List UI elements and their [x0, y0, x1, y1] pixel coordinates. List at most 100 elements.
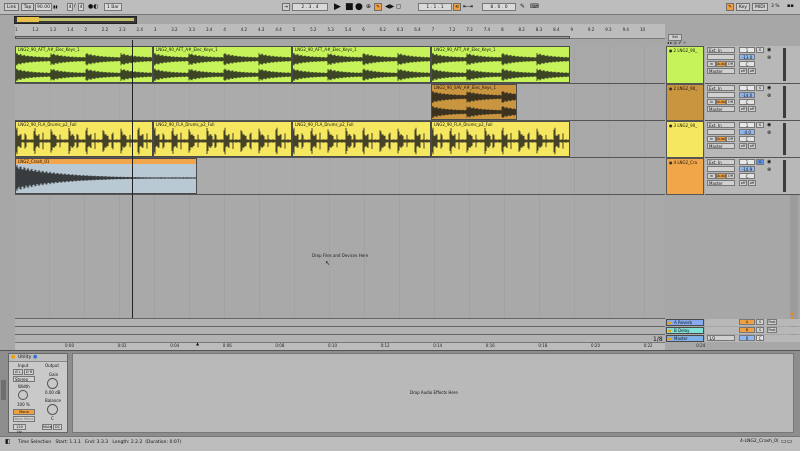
bass-mono-frequency[interactable]: 120 Hz: [13, 424, 26, 434]
track-lane[interactable]: LNG2_90_AFT_A#_Elec_Keys_1 LNG2_90_AFT_A#…: [15, 46, 665, 84]
track-volume[interactable]: -4.0: [739, 129, 755, 135]
channel-mode-select[interactable]: Stereo: [13, 376, 35, 382]
tempo-nudge[interactable]: ▮▮: [53, 4, 63, 10]
monitor-auto-button[interactable]: Auto: [716, 136, 726, 142]
track-name[interactable]: 3 LNG2_90_: [674, 123, 698, 128]
return-activator-icon[interactable]: ●: [668, 320, 672, 326]
solo-button[interactable]: S: [756, 159, 764, 165]
draw-mode-icon[interactable]: ✎: [520, 3, 525, 10]
monitor-auto-button[interactable]: Auto: [716, 61, 726, 67]
track-pan[interactable]: C: [739, 136, 755, 142]
track-name[interactable]: 4 LNG2_Cra: [674, 160, 698, 165]
return-post-button[interactable]: Post: [767, 319, 777, 325]
gain-knob-icon[interactable]: [47, 378, 58, 389]
track-pan[interactable]: C: [739, 61, 755, 67]
balance-knob-icon[interactable]: [47, 404, 58, 415]
record-icon[interactable]: ●: [355, 2, 363, 12]
phase-right-button[interactable]: Ø R: [24, 369, 34, 375]
track-number-button[interactable]: 1: [739, 47, 755, 53]
track-name[interactable]: 2 LNG2_90_: [674, 48, 698, 53]
fold-icon[interactable]: ⊗: [767, 93, 771, 99]
loop-start-field[interactable]: 1 . 1 . 1: [418, 3, 452, 11]
track-number-button[interactable]: 1: [739, 85, 755, 91]
metronome-icon[interactable]: ●◐: [88, 3, 98, 10]
track-lane[interactable]: LNG2_Crash_01: [15, 158, 665, 195]
track-volume[interactable]: -13.0: [739, 54, 755, 60]
audio-clip[interactable]: LNG2_90_AFT_A#_Elec_Keys_1: [431, 46, 570, 83]
follow-button[interactable]: ⇥: [282, 3, 290, 11]
master-volume[interactable]: 0: [739, 335, 755, 341]
status-right-icons[interactable]: ▭▭: [781, 438, 792, 445]
arm-icon[interactable]: ◉: [767, 47, 771, 53]
dc-button[interactable]: DC: [53, 424, 62, 430]
return-track-header[interactable]: Master ●: [666, 335, 704, 342]
audio-clip[interactable]: LNG2_Crash_01: [15, 158, 197, 194]
return-track-name[interactable]: B Delay: [674, 328, 690, 333]
return-track-name[interactable]: A Reverb: [674, 320, 692, 325]
fold-icon[interactable]: ⊗: [767, 55, 771, 61]
input-type-select[interactable]: Ext. In: [707, 47, 735, 53]
monitor-off-button[interactable]: Off: [726, 136, 735, 142]
audio-clip[interactable]: LNG2_90_SAV_A#_Elec_Keys_1: [431, 84, 517, 120]
tap-button[interactable]: Tap: [21, 3, 34, 11]
track-activator-icon[interactable]: ●: [669, 160, 673, 165]
track-volume[interactable]: -14.9: [739, 166, 755, 172]
output-routing-select[interactable]: Master: [707, 143, 735, 149]
return-solo-button[interactable]: S: [756, 319, 764, 325]
monitor-off-button[interactable]: Off: [726, 99, 735, 105]
balance-value[interactable]: C: [51, 416, 54, 421]
send-b-button[interactable]: off: [748, 68, 756, 74]
signature-numerator[interactable]: 4: [67, 3, 73, 11]
monitor-in-button[interactable]: In: [707, 99, 716, 105]
monitor-in-button[interactable]: In: [707, 173, 716, 179]
signature-denominator[interactable]: 4: [78, 3, 84, 11]
track-header[interactable]: ●3 LNG2_90_: [666, 121, 704, 158]
return-activator-icon[interactable]: ●: [668, 328, 672, 334]
track-header[interactable]: ●4 LNG2_Cra: [666, 158, 704, 195]
track-name[interactable]: 2 LNG2_90_: [674, 86, 698, 91]
monitor-auto-button[interactable]: Auto: [716, 173, 726, 179]
input-type-select[interactable]: Ext. In: [707, 122, 735, 128]
track-lane[interactable]: LNG2_90_FLA_Drums_p2_Full LNG2_90_FLA_Dru…: [15, 121, 665, 158]
output-routing-select[interactable]: Master: [707, 68, 735, 74]
width-knob-icon[interactable]: [18, 390, 28, 400]
master-pan[interactable]: C: [756, 335, 764, 341]
track-pan[interactable]: C: [739, 99, 755, 105]
send-a-button[interactable]: off: [739, 68, 747, 74]
master-output-select[interactable]: 1/2: [707, 335, 735, 341]
audio-clip[interactable]: LNG2_90_AFT_A#_Elec_Keys_1: [292, 46, 431, 83]
output-routing-select[interactable]: Master: [707, 180, 735, 186]
track-activator-icon[interactable]: ●: [669, 48, 673, 53]
key-map-button[interactable]: Key: [736, 3, 750, 11]
phase-left-button[interactable]: Ø L: [13, 369, 23, 375]
send-b-button[interactable]: off: [748, 180, 756, 186]
beat-ruler[interactable]: 1 1.2 1.3 1.4 2 2.2 2.3 2.4 3 3.2 3.3 3.4 4 4.2 4.3 4.4…: [15, 27, 665, 35]
gain-value[interactable]: 0.00 dB: [45, 390, 60, 395]
return-letter-button[interactable]: A: [739, 319, 755, 325]
track-volume[interactable]: -14.0: [739, 92, 755, 98]
mono-button[interactable]: Mono: [13, 409, 35, 415]
send-b-button[interactable]: off: [748, 106, 756, 112]
input-type-select[interactable]: Ext. In: [707, 159, 735, 165]
automation-arm-button[interactable]: ✎: [374, 3, 382, 11]
fold-icon[interactable]: ⊗: [767, 167, 771, 173]
loop-length-field[interactable]: 8 . 0 . 0: [482, 3, 516, 11]
track-header[interactable]: ●2 LNG2_90_: [666, 84, 704, 121]
audio-clip[interactable]: LNG2_90_FLA_Drums_p2_Full: [153, 121, 292, 157]
arm-icon[interactable]: ◉: [767, 122, 771, 128]
track-header[interactable]: ●2 LNG2_90_: [666, 46, 704, 84]
track-activator-icon[interactable]: ●: [669, 86, 673, 91]
send-a-button[interactable]: off: [739, 106, 747, 112]
arm-icon[interactable]: ◉: [767, 85, 771, 91]
return-activator-icon[interactable]: ●: [668, 336, 672, 342]
track-activator-icon[interactable]: ●: [669, 123, 673, 128]
fold-icon[interactable]: ⊗: [767, 130, 771, 136]
input-channel-select[interactable]: [707, 129, 735, 135]
solo-button[interactable]: S: [756, 47, 764, 53]
input-channel-select[interactable]: [707, 92, 735, 98]
computer-keyboard-icon[interactable]: ⌨: [530, 3, 539, 10]
return-solo-button[interactable]: S: [756, 327, 764, 333]
mute-button[interactable]: Mute: [42, 424, 52, 430]
track-number-button[interactable]: 1: [739, 159, 755, 165]
output-routing-select[interactable]: Master: [707, 106, 735, 112]
